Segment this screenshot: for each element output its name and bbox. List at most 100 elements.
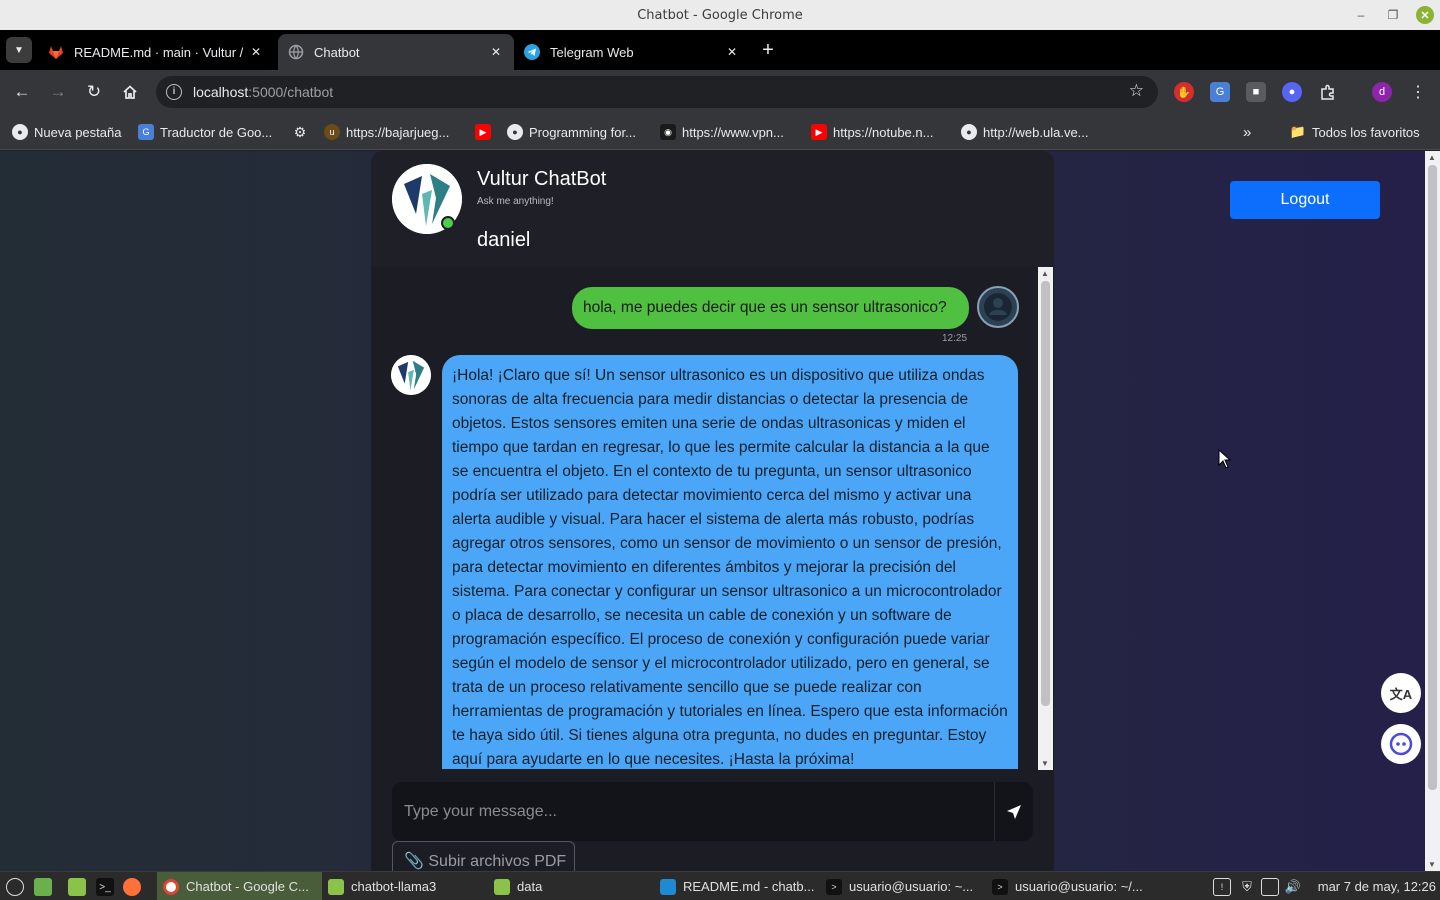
files-icon[interactable] (68, 878, 86, 896)
tab-label: Chatbot (314, 44, 360, 60)
message-list-scrollbar[interactable]: ▲ ▼ (1038, 267, 1053, 770)
taskbar-item-chrome[interactable]: Chatbot - Google C... (157, 872, 322, 900)
translate-float-button[interactable]: 文A (1381, 673, 1421, 713)
site-info-icon[interactable]: i (166, 84, 182, 100)
logout-button[interactable]: Logout (1230, 181, 1380, 219)
volume-icon[interactable]: 🔊 (1284, 878, 1302, 896)
scroll-down-icon[interactable]: ▼ (1428, 860, 1436, 869)
address-bar[interactable]: i localhost:5000/chatbot ☆ (156, 76, 1158, 108)
scroll-up-icon[interactable]: ▲ (1428, 153, 1436, 162)
taskbar-item-vscode[interactable]: README.md - chatb... (660, 872, 814, 900)
scroll-up-icon[interactable]: ▲ (1041, 269, 1049, 278)
gear-icon: ⚙ (293, 123, 307, 140)
bookmark-traductor[interactable]: G Traductor de Goo... (138, 122, 272, 142)
page-scrollbar[interactable]: ▲ ▼ (1425, 151, 1440, 871)
bookmark-vpn[interactable]: ◉ https://www.vpn... (660, 122, 784, 142)
message-list[interactable]: hola, me puedes decir que es un sensor u… (371, 267, 1039, 769)
tab-chatbot[interactable]: Chatbot ✕ (278, 34, 514, 70)
tab-strip: ▼ README.md · main · Vultur / ✕ Chatbot … (0, 30, 1440, 70)
upload-pdf-button[interactable]: 📎 Subir archivos PDF (392, 841, 575, 871)
scrollbar-thumb[interactable] (1041, 281, 1050, 706)
keyboard-icon[interactable]: ! (1213, 878, 1231, 896)
vscode-icon (660, 878, 676, 895)
taskbar-item-data-folder[interactable]: data (494, 872, 542, 900)
bookmark-youtube[interactable]: ▶ (475, 122, 497, 142)
mint-menu-icon[interactable] (6, 878, 24, 896)
bookmark-ula[interactable]: ● http://web.ula.ve... (961, 122, 1089, 142)
firefox-icon[interactable] (123, 878, 141, 896)
discord-extension-icon[interactable]: ● (1282, 82, 1302, 102)
close-tab-icon[interactable]: ✕ (488, 44, 504, 60)
home-icon (123, 85, 137, 99)
double-chevron-right-icon: » (1243, 123, 1252, 141)
bot-name: Vultur ChatBot (477, 168, 607, 190)
telegram-icon (524, 44, 540, 60)
taskbar-item-terminal-2[interactable]: > usuario@usuario: ~/... (992, 872, 1143, 900)
url-text[interactable]: localhost:5000/chatbot (193, 84, 333, 100)
chrome-icon (163, 878, 179, 895)
window-title: Chatbot - Google Chrome (637, 8, 803, 23)
chrome-icon: ● (12, 124, 28, 140)
reload-icon: ↻ (86, 82, 102, 101)
user-name: daniel (477, 229, 531, 251)
maximize-button[interactable]: ❐ (1384, 6, 1402, 24)
profile-avatar[interactable]: d (1372, 82, 1392, 102)
robot-extension-icon[interactable]: ■ (1246, 82, 1266, 102)
hacker-icon: ◉ (660, 124, 676, 140)
bookmark-bajarjuegos[interactable]: u https://bajarjueg... (324, 122, 449, 142)
terminal-icon[interactable]: >_ (96, 878, 114, 896)
shield-icon[interactable]: ⛨ (1238, 878, 1256, 896)
gitlab-icon (48, 44, 64, 60)
browser-toolbar: ← → ↻ i localhost:5000/chatbot ☆ ✋ G ■ ●… (0, 70, 1440, 114)
bookmark-programming[interactable]: ● Programming for... (507, 122, 636, 142)
tab-telegram[interactable]: Telegram Web ✕ (514, 34, 750, 70)
close-tab-icon[interactable]: ✕ (724, 44, 740, 60)
bookmark-star-icon[interactable]: ☆ (1129, 81, 1144, 101)
all-bookmarks-button[interactable]: 📁 Todos los favoritos (1290, 122, 1420, 142)
more-bookmarks-button[interactable]: » (1243, 122, 1251, 142)
message-input-row (392, 782, 1033, 841)
taskbar: >_ Chatbot - Google C... chatbot-llama3 … (0, 871, 1440, 900)
folder-icon (328, 878, 344, 895)
assistant-float-button[interactable] (1381, 724, 1421, 764)
extensions-puzzle-icon[interactable] (1318, 82, 1338, 102)
new-tab-button[interactable]: + (758, 40, 778, 60)
translate-extension-icon[interactable]: G (1210, 82, 1230, 102)
bookmark-nueva-pestana[interactable]: ● Nueva pestaña (12, 122, 121, 142)
send-button[interactable] (994, 782, 1033, 841)
page-content: Vultur ChatBot Ask me anything! daniel h… (0, 151, 1425, 871)
scrollbar-thumb[interactable] (1428, 165, 1437, 790)
scroll-down-icon[interactable]: ▼ (1041, 759, 1049, 768)
show-desktop-icon[interactable] (34, 878, 52, 896)
kebab-menu-icon[interactable]: ⋮ (1408, 82, 1428, 102)
terminal-icon: > (826, 878, 842, 895)
adblock-extension-icon[interactable]: ✋ (1174, 82, 1194, 102)
youtube-icon: ▶ (475, 124, 491, 140)
folder-icon (494, 878, 510, 895)
send-icon (1007, 804, 1021, 819)
user-message-bubble: hola, me puedes decir que es un sensor u… (572, 287, 969, 329)
taskbar-item-chatbot-folder[interactable]: chatbot-llama3 (328, 872, 436, 900)
clock[interactable]: mar 7 de may, 12:26 (1318, 879, 1436, 894)
taskbar-item-terminal-1[interactable]: > usuario@usuario: ~... (826, 872, 973, 900)
tab-search-button[interactable]: ▼ (6, 37, 32, 63)
tab-readme[interactable]: README.md · main · Vultur / ✕ (38, 34, 274, 70)
chat-card: Vultur ChatBot Ask me anything! daniel h… (371, 151, 1054, 871)
minimize-button[interactable]: – (1352, 6, 1370, 24)
mouse-cursor (1218, 448, 1232, 474)
close-tab-icon[interactable]: ✕ (248, 44, 264, 60)
home-button[interactable] (118, 80, 142, 104)
bot-subtitle: Ask me anything! (477, 196, 554, 207)
close-window-button[interactable]: ✕ (1416, 6, 1434, 24)
bookmark-settings[interactable]: ⚙ (292, 122, 314, 142)
youtube-icon: ▶ (811, 124, 827, 140)
bookmarks-bar: ● Nueva pestaña G Traductor de Goo... ⚙ … (0, 114, 1440, 150)
bookmark-notube[interactable]: ▶ https://notube.n... (811, 122, 933, 142)
message-input[interactable] (392, 782, 992, 841)
assistant-bot-icon (1389, 732, 1413, 756)
back-button[interactable]: ← (10, 80, 34, 104)
reload-button[interactable]: ↻ (82, 80, 106, 104)
network-icon[interactable] (1261, 878, 1279, 896)
translate-icon: 文A (1389, 686, 1413, 702)
forward-button[interactable]: → (46, 80, 70, 104)
